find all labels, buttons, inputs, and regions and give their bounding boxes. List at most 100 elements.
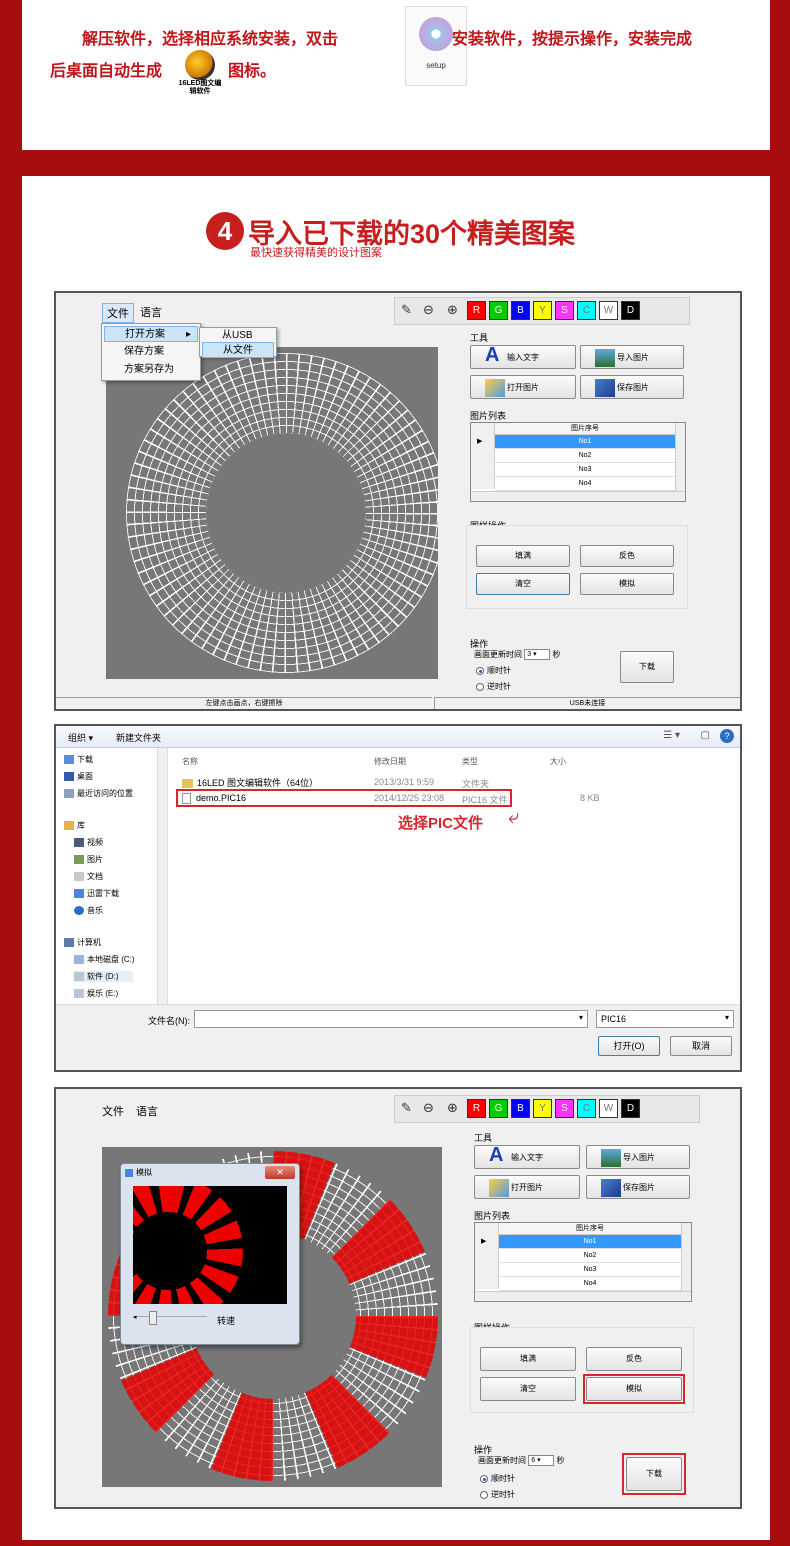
nav-videos[interactable]: 视频 — [74, 837, 103, 848]
open-button[interactable]: 打开(O) — [598, 1036, 660, 1056]
nav-downloads[interactable]: 下载 — [64, 754, 93, 765]
menu-file[interactable]: 文件 — [102, 1103, 124, 1119]
open-image-button[interactable]: 打开图片 — [470, 375, 576, 399]
nav-music[interactable]: 音乐 — [74, 905, 103, 916]
cancel-button[interactable]: 取消 — [670, 1036, 732, 1056]
nav-libraries[interactable]: 库 — [64, 820, 85, 831]
nav-drive-d[interactable]: 软件 (D:) — [74, 971, 133, 982]
organize-button[interactable]: 组织 ▾ — [68, 731, 93, 744]
color-white-button[interactable]: W — [599, 301, 618, 320]
zoom-out-icon[interactable]: ⊖ — [419, 301, 438, 320]
help-icon[interactable]: ? — [720, 729, 734, 743]
filename-dropdown-icon[interactable]: ▾ — [579, 1013, 583, 1022]
menu-open-scheme[interactable]: 打开方案 ▸ — [104, 326, 198, 342]
nav-drive-e[interactable]: 娱乐 (E:) — [74, 988, 118, 999]
zoom-in-icon[interactable]: ⊕ — [443, 301, 462, 320]
clockwise-radio[interactable] — [476, 666, 484, 675]
color-yellow-button[interactable]: Y — [533, 301, 552, 320]
nav-drive-c[interactable]: 本地磁盘 (C:) — [74, 954, 135, 965]
list-row[interactable]: No2 — [495, 449, 675, 463]
speed-slider-thumb[interactable] — [149, 1311, 157, 1325]
nav-desktop[interactable]: 桌面 — [64, 771, 93, 782]
counterclockwise-radio[interactable] — [480, 1490, 488, 1499]
color-white-button[interactable]: W — [599, 1099, 618, 1118]
pencil-icon[interactable]: ✎ — [397, 301, 416, 320]
save-image-button[interactable]: 保存图片 — [580, 375, 684, 399]
clear-button[interactable]: 清空 — [476, 573, 570, 595]
clockwise-option[interactable]: 顺时针 — [476, 665, 511, 676]
clockwise-option[interactable]: 顺时针 — [480, 1473, 515, 1484]
column-date[interactable]: 修改日期 — [374, 756, 406, 767]
list-row[interactable]: No2 — [499, 1249, 681, 1263]
clear-button[interactable]: 清空 — [480, 1377, 576, 1401]
color-green-button[interactable]: G — [489, 301, 508, 320]
invert-button[interactable]: 反色 — [580, 545, 674, 567]
filename-input[interactable]: ▾ — [194, 1010, 588, 1028]
import-image-button[interactable]: 导入图片 — [580, 345, 684, 369]
zoom-in-icon[interactable]: ⊕ — [443, 1099, 462, 1118]
fill-button[interactable]: 填满 — [480, 1347, 576, 1371]
color-black-button[interactable]: D — [621, 301, 640, 320]
nav-pictures[interactable]: 图片 — [74, 854, 103, 865]
list-vertical-scrollbar[interactable] — [681, 1223, 691, 1291]
nav-documents[interactable]: 文档 — [74, 871, 103, 882]
list-row[interactable]: No1 — [499, 1235, 681, 1249]
nav-scrollbar[interactable] — [157, 748, 167, 1006]
color-pink-button[interactable]: S — [555, 1099, 574, 1118]
list-row[interactable]: No4 — [499, 1277, 681, 1291]
file-row-folder[interactable]: 16LED 图文编辑软件（64位） — [182, 776, 318, 789]
color-cyan-button[interactable]: C — [577, 1099, 596, 1118]
color-black-button[interactable]: D — [621, 1099, 640, 1118]
color-yellow-button[interactable]: Y — [533, 1099, 552, 1118]
led-canvas[interactable] — [106, 347, 438, 679]
column-type[interactable]: 类型 — [462, 756, 478, 767]
close-icon[interactable]: ✕ — [265, 1166, 295, 1179]
menu-language[interactable]: 语言 — [140, 304, 162, 320]
color-green-button[interactable]: G — [489, 1099, 508, 1118]
preview-pane-icon[interactable]: ▢ — [701, 730, 710, 741]
refresh-spinner[interactable]: 6 ▾ — [528, 1455, 555, 1467]
input-text-button[interactable]: A 输入文字 — [470, 344, 576, 369]
download-button[interactable]: 下载 — [620, 651, 674, 683]
menu-save-scheme[interactable]: 保存方案 — [104, 344, 198, 360]
menu-from-file[interactable]: 从文件 — [202, 342, 274, 358]
color-pink-button[interactable]: S — [555, 301, 574, 320]
list-horizontal-scrollbar[interactable] — [475, 1291, 691, 1301]
invert-button[interactable]: 反色 — [586, 1347, 682, 1371]
color-red-button[interactable]: R — [467, 301, 486, 320]
menu-language[interactable]: 语言 — [136, 1103, 158, 1119]
counterclockwise-radio[interactable] — [476, 682, 484, 691]
list-row[interactable]: No3 — [499, 1263, 681, 1277]
column-size[interactable]: 大小 — [550, 756, 566, 767]
view-menu-icon[interactable]: ☰ ▾ — [663, 730, 680, 741]
list-vertical-scrollbar[interactable] — [675, 423, 685, 491]
input-text-button[interactable]: A 输入文字 — [474, 1144, 580, 1169]
color-blue-button[interactable]: B — [511, 1099, 530, 1118]
menu-file[interactable]: 文件 — [102, 303, 134, 323]
zoom-out-icon[interactable]: ⊖ — [419, 1099, 438, 1118]
menu-save-scheme-as[interactable]: 方案另存为 — [104, 362, 198, 378]
import-image-button[interactable]: 导入图片 — [586, 1145, 690, 1169]
list-horizontal-scrollbar[interactable] — [471, 491, 685, 501]
clockwise-radio[interactable] — [480, 1474, 488, 1483]
simulate-button[interactable]: 模拟 — [580, 573, 674, 595]
color-blue-button[interactable]: B — [511, 301, 530, 320]
list-row[interactable]: No1 — [495, 435, 675, 449]
counterclockwise-option[interactable]: 逆时针 — [476, 681, 511, 692]
color-cyan-button[interactable]: C — [577, 301, 596, 320]
color-red-button[interactable]: R — [467, 1099, 486, 1118]
slider-left-arrow-icon[interactable]: ◂ — [133, 1313, 137, 1321]
nav-thunder-downloads[interactable]: 迅雷下载 — [74, 888, 119, 899]
counterclockwise-option[interactable]: 逆时针 — [480, 1489, 515, 1500]
speed-slider[interactable]: ◂ — [133, 1311, 207, 1328]
column-name[interactable]: 名称 — [182, 756, 198, 767]
pencil-icon[interactable]: ✎ — [397, 1099, 416, 1118]
open-image-button[interactable]: 打开图片 — [474, 1175, 580, 1199]
list-row[interactable]: No4 — [495, 477, 675, 491]
fill-button[interactable]: 填满 — [476, 545, 570, 567]
nav-computer[interactable]: 计算机 — [64, 937, 101, 948]
filetype-select[interactable]: PIC16 ▾ — [596, 1010, 734, 1028]
refresh-spinner[interactable]: 3 ▾ — [524, 649, 551, 661]
new-folder-button[interactable]: 新建文件夹 — [116, 731, 161, 744]
list-row[interactable]: No3 — [495, 463, 675, 477]
